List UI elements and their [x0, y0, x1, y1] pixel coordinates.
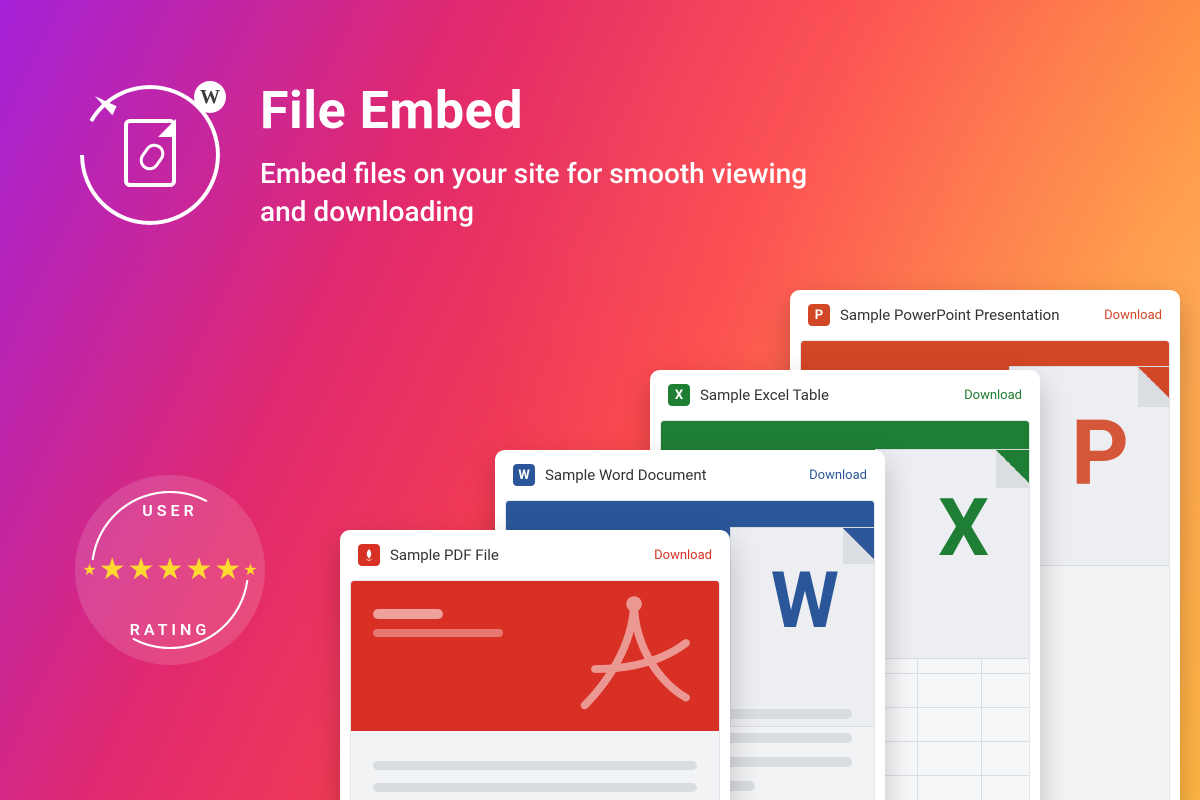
- star-icon: ★: [243, 562, 257, 578]
- file-title: Sample Excel Table: [700, 386, 954, 404]
- excel-icon: X: [668, 384, 690, 406]
- file-preview: [350, 580, 720, 800]
- star-icon: ★: [185, 555, 212, 585]
- download-link[interactable]: Download: [964, 388, 1022, 403]
- star-icon: ★: [214, 555, 241, 585]
- file-title: Sample Word Document: [545, 466, 799, 484]
- product-logo: W: [80, 85, 220, 225]
- user-rating-badge: USER ★ ★ ★ ★ ★ ★ ★ RATING: [75, 475, 265, 665]
- star-icon: ★: [128, 555, 155, 585]
- star-icon: ★: [157, 555, 184, 585]
- star-icon: ★: [82, 562, 96, 578]
- file-card-pdf: Sample PDF File Download: [340, 530, 730, 800]
- product-title: File Embed: [260, 80, 860, 141]
- download-link[interactable]: Download: [1104, 308, 1162, 323]
- word-icon: W: [513, 464, 535, 486]
- pdf-icon: [358, 544, 380, 566]
- rating-label-bottom: RATING: [75, 620, 265, 639]
- wordpress-badge-icon: W: [194, 81, 226, 113]
- adobe-pdf-icon: [559, 591, 709, 721]
- file-title: Sample PDF File: [390, 546, 644, 564]
- download-link[interactable]: Download: [654, 548, 712, 563]
- download-link[interactable]: Download: [809, 468, 867, 483]
- product-subtitle: Embed files on your site for smooth view…: [260, 155, 860, 231]
- promo-banner: W File Embed Embed files on your site fo…: [0, 0, 1200, 800]
- powerpoint-icon: P: [808, 304, 830, 326]
- file-title: Sample PowerPoint Presentation: [840, 306, 1094, 324]
- star-icon: ★: [99, 555, 126, 585]
